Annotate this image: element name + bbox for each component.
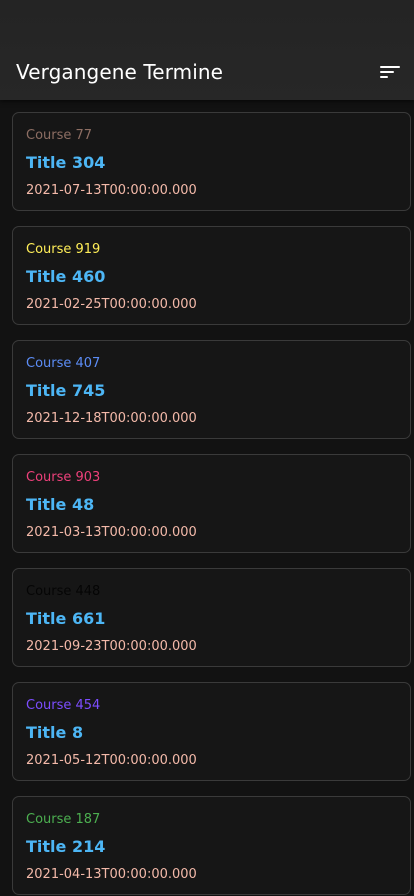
list-item[interactable]: Course 77 Title 304 2021-07-13T00:00:00.… bbox=[12, 112, 411, 211]
course-label: Course 77 bbox=[26, 128, 93, 143]
list-item[interactable]: Course 903 Title 48 2021-03-13T00:00:00.… bbox=[12, 454, 411, 553]
item-date: 2021-04-13T00:00:00.000 bbox=[26, 867, 197, 882]
item-title: Title 304 bbox=[26, 153, 106, 172]
item-date: 2021-03-13T00:00:00.000 bbox=[26, 525, 197, 540]
list-item[interactable]: Course 187 Title 214 2021-04-13T00:00:00… bbox=[12, 796, 411, 895]
item-title: Title 745 bbox=[26, 381, 106, 400]
list-item[interactable]: Course 919 Title 460 2021-02-25T00:00:00… bbox=[12, 226, 411, 325]
sort-icon[interactable] bbox=[376, 58, 404, 86]
course-label: Course 407 bbox=[26, 356, 101, 371]
item-date: 2021-09-23T00:00:00.000 bbox=[26, 639, 197, 654]
list-item[interactable]: Course 454 Title 8 2021-05-12T00:00:00.0… bbox=[12, 682, 411, 781]
item-title: Title 460 bbox=[26, 267, 106, 286]
app-bar: Vergangene Termine bbox=[0, 0, 414, 100]
item-date: 2021-12-18T00:00:00.000 bbox=[26, 411, 197, 426]
course-label: Course 919 bbox=[26, 242, 101, 257]
course-label: Course 448 bbox=[26, 584, 101, 599]
course-label: Course 903 bbox=[26, 470, 101, 485]
course-label: Course 454 bbox=[26, 698, 101, 713]
item-title: Title 8 bbox=[26, 723, 84, 742]
item-title: Title 661 bbox=[26, 609, 106, 628]
list-item[interactable]: Course 407 Title 745 2021-12-18T00:00:00… bbox=[12, 340, 411, 439]
item-title: Title 48 bbox=[26, 495, 95, 514]
list-item[interactable]: Course 448 Title 661 2021-09-23T00:00:00… bbox=[12, 568, 411, 667]
page-title: Vergangene Termine bbox=[16, 60, 224, 84]
appointments-list[interactable]: Course 77 Title 304 2021-07-13T00:00:00.… bbox=[0, 100, 414, 896]
item-title: Title 214 bbox=[26, 837, 106, 856]
item-date: 2021-07-13T00:00:00.000 bbox=[26, 183, 197, 198]
course-label: Course 187 bbox=[26, 812, 101, 827]
item-date: 2021-05-12T00:00:00.000 bbox=[26, 753, 197, 768]
item-date: 2021-02-25T00:00:00.000 bbox=[26, 297, 197, 312]
